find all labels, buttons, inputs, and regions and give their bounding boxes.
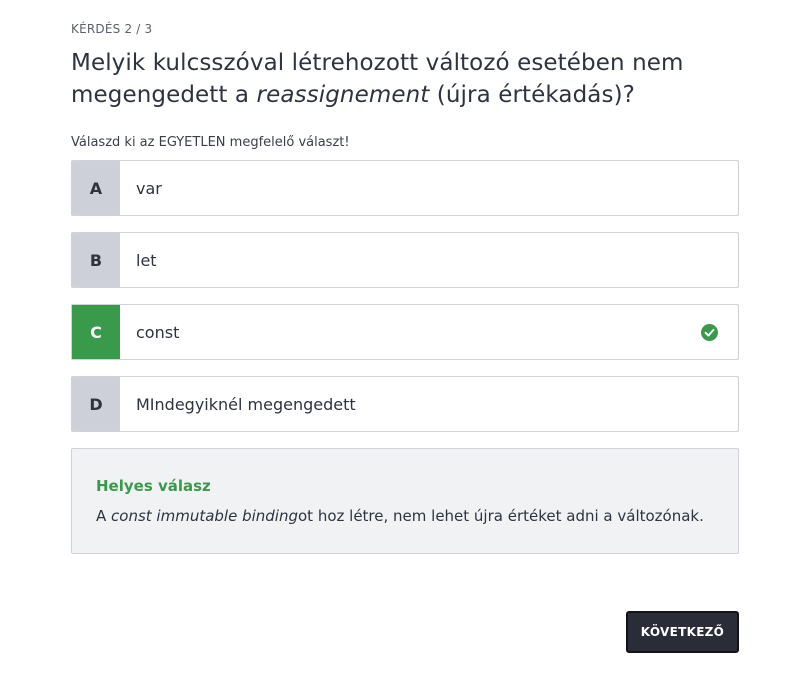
- option-text: MIndegyiknél megengedett: [136, 394, 356, 414]
- feedback-title: Helyes válasz: [96, 477, 211, 495]
- answer-options: A var B let C const D MIndegyiknél megen…: [71, 160, 739, 432]
- option-text: var: [136, 178, 162, 198]
- question-text-end: (újra értékadás)?: [429, 82, 635, 108]
- question-title: Melyik kulcsszóval létrehozott változó e…: [71, 47, 739, 111]
- question-progress: KÉRDÉS 2 / 3: [71, 22, 153, 36]
- answer-instruction: Válaszd ki az EGYETLEN megfelelő választ…: [71, 135, 350, 150]
- feedback-body: A const immutable bindingot hoz létre, n…: [96, 506, 714, 526]
- question-emphasis: reassignement: [256, 82, 430, 108]
- option-letter: A: [72, 161, 120, 215]
- option-c[interactable]: C const: [71, 304, 739, 360]
- next-button[interactable]: KÖVETKEZŐ: [626, 611, 739, 653]
- option-letter: D: [72, 377, 120, 431]
- option-letter: C: [72, 305, 120, 359]
- option-a[interactable]: A var: [71, 160, 739, 216]
- option-b[interactable]: B let: [71, 232, 739, 288]
- feedback-body-emphasis: const immutable binding: [111, 507, 298, 525]
- check-circle-icon: [680, 305, 738, 359]
- quiz-container: KÉRDÉS 2 / 3 Melyik kulcsszóval létrehoz…: [71, 20, 739, 554]
- feedback-body-prefix: A: [96, 507, 112, 525]
- feedback-body-suffix: ot hoz létre, nem lehet újra értéket adn…: [298, 507, 704, 525]
- option-letter: B: [72, 233, 120, 287]
- option-text: let: [136, 250, 157, 270]
- option-d[interactable]: D MIndegyiknél megengedett: [71, 376, 739, 432]
- option-text: const: [136, 322, 180, 342]
- feedback-panel: Helyes válasz A const immutable bindingo…: [71, 448, 739, 554]
